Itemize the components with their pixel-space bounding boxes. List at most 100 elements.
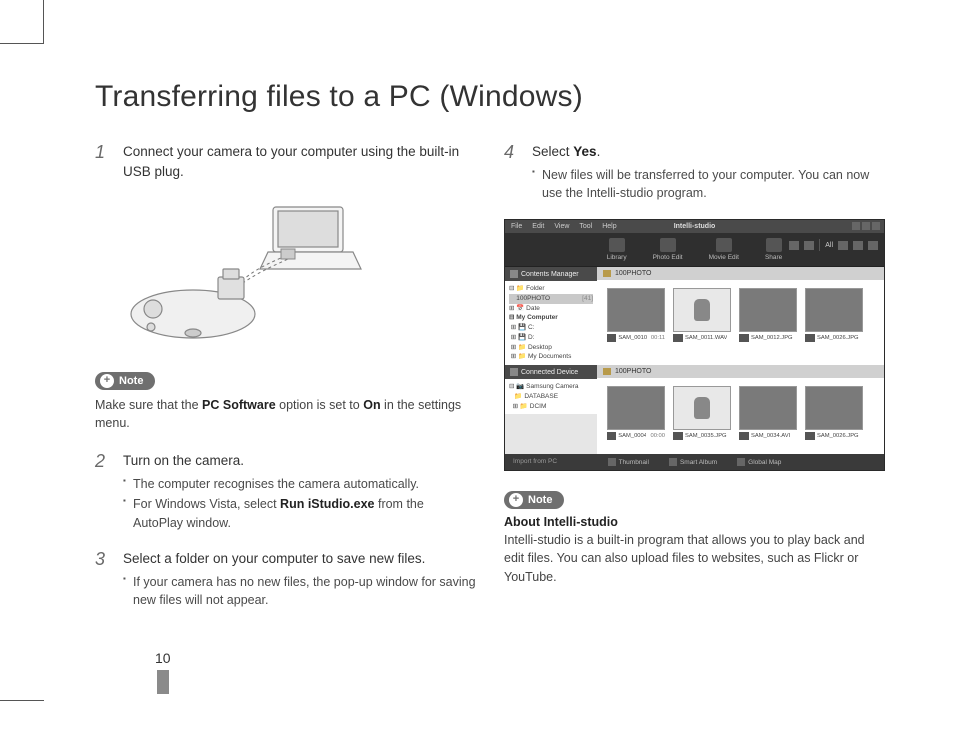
tree-date[interactable]: ⊞ 📅 Date <box>509 304 593 314</box>
tree-desktop[interactable]: ⊞ 📁 Desktop <box>509 343 593 353</box>
section-icon <box>510 270 518 278</box>
app-menubar: File Edit View Tool Help Intelli-studio <box>505 220 884 233</box>
t: Select <box>532 144 573 159</box>
app-body-bottom: Connected Device ⊟ 📷 Samsung Camera 📁 DA… <box>505 365 884 454</box>
photo-edit-icon <box>660 238 676 252</box>
step-main-text: Turn on the camera. <box>123 451 476 471</box>
t: Run iStudio.exe <box>280 497 374 511</box>
tree-database[interactable]: 📁 DATABASE <box>509 392 593 402</box>
step-1: 1 Connect your camera to your computer u… <box>95 142 476 185</box>
minimize-icon[interactable] <box>852 222 860 230</box>
mode-photo-edit[interactable]: Photo Edit <box>653 238 683 261</box>
thumb-image <box>607 386 665 430</box>
mode-share[interactable]: Share <box>765 238 782 261</box>
menu-file[interactable]: File <box>511 223 522 230</box>
sidebar-top: Contents Manager ⊟ 📁 Folder 100PHOTO [41]… <box>505 267 597 365</box>
duration: 00:11 <box>651 335 665 341</box>
contents-manager-header: Contents Manager <box>505 267 597 281</box>
footer-smart-album-button[interactable]: Smart Album <box>669 458 717 466</box>
separator <box>819 239 820 251</box>
mode-library[interactable]: Library <box>607 238 627 261</box>
crop-mark <box>43 0 44 44</box>
thumbnail[interactable]: SAM_0004.00:00 <box>607 386 665 446</box>
menu-tool[interactable]: Tool <box>579 223 592 230</box>
tool-icon[interactable] <box>789 241 799 250</box>
step-number: 3 <box>95 549 111 612</box>
type-tag-icon <box>739 334 749 342</box>
tree-device: ⊟ 📷 Samsung Camera 📁 DATABASE ⊞ 📁 DCIM <box>505 379 597 414</box>
thumb-image <box>805 386 863 430</box>
thumbnail[interactable]: SAM_0011.WAV <box>673 288 731 348</box>
thumbnail[interactable]: SAM_0034.AVI <box>739 386 797 446</box>
tree-100photo[interactable]: 100PHOTO [41] <box>509 294 593 304</box>
t: Folder <box>526 285 544 292</box>
filter-audio-icon[interactable] <box>868 241 878 250</box>
maximize-icon[interactable] <box>862 222 870 230</box>
thumb-image <box>607 288 665 332</box>
step-number: 1 <box>95 142 111 185</box>
tool-icon[interactable] <box>804 241 814 250</box>
type-tag-icon <box>607 432 616 440</box>
bullet: New files will be transferred to your co… <box>532 166 885 204</box>
tree-camera[interactable]: ⊟ 📷 Samsung Camera <box>509 382 593 392</box>
label: Photo Edit <box>653 254 683 261</box>
tree-folder[interactable]: ⊟ 📁 Folder <box>509 284 593 294</box>
app-modebar: Library Photo Edit Movie Edit Share All <box>505 233 884 267</box>
camera-usb-diagram <box>123 199 476 354</box>
menu-help[interactable]: Help <box>602 223 616 230</box>
footer-global-map-button[interactable]: Global Map <box>737 458 781 466</box>
close-icon[interactable] <box>872 222 880 230</box>
t: D: <box>528 334 535 341</box>
import-from-pc[interactable]: Import from PC <box>513 458 557 465</box>
menu-view[interactable]: View <box>554 223 569 230</box>
step-4: 4 Select Yes. New files will be transfer… <box>504 142 885 205</box>
filter-photo-icon[interactable] <box>838 241 848 250</box>
thumbnail[interactable]: SAM_0026.JPG <box>805 288 863 348</box>
type-tag-icon <box>805 432 815 440</box>
library-icon <box>609 238 625 252</box>
toolbar-right: All <box>789 239 878 251</box>
count: [41] <box>582 294 593 304</box>
t: Desktop <box>528 344 552 351</box>
filename: SAM_0034.AVI <box>751 433 790 439</box>
footer-thumbnail-button[interactable]: Thumbnail <box>608 458 649 466</box>
t: 100PHOTO <box>516 295 550 302</box>
tree-drive-d[interactable]: ⊞ 💾 D: <box>509 333 593 343</box>
t: Yes <box>573 144 596 159</box>
filter-all[interactable]: All <box>825 242 833 249</box>
menu-edit[interactable]: Edit <box>532 223 544 230</box>
mode-movie-edit[interactable]: Movie Edit <box>709 238 739 261</box>
tree-my-computer[interactable]: ⊟ My Computer <box>509 313 593 323</box>
thumbnail[interactable]: SAM_0035.JPG <box>673 386 731 446</box>
plus-icon: + <box>100 374 114 388</box>
filename: SAM_0035.JPG <box>685 433 727 439</box>
t: DATABASE <box>524 393 558 400</box>
step-main-text: Connect your camera to your computer usi… <box>123 142 476 181</box>
thumb-audio-icon <box>673 386 731 430</box>
thumbnail[interactable]: SAM_0010.00:11 <box>607 288 665 348</box>
t: Date <box>526 305 540 312</box>
t: PC Software <box>202 398 276 412</box>
note-label: Note <box>528 494 552 506</box>
tree-contents: ⊟ 📁 Folder 100PHOTO [41] ⊞ 📅 Date ⊟ My Co… <box>505 281 597 365</box>
thumbnail[interactable]: SAM_0026.JPG <box>805 386 863 446</box>
content-bottom: 100PHOTO SAM_0004.00:00 SAM_0035.JPG SAM… <box>597 365 884 454</box>
label: 100PHOTO <box>615 270 651 277</box>
note-text: Make sure that the PC Software option is… <box>95 396 476 434</box>
bullet: For Windows Vista, select Run iStudio.ex… <box>123 495 476 533</box>
duration: 00:00 <box>650 433 665 439</box>
tree-drive-c[interactable]: ⊞ 💾 C: <box>509 323 593 333</box>
step-2: 2 Turn on the camera. The computer recog… <box>95 451 476 535</box>
tree-dcim[interactable]: ⊞ 📁 DCIM <box>509 402 593 412</box>
folder-icon <box>603 368 611 375</box>
bullet: If your camera has no new files, the pop… <box>123 573 476 611</box>
thumbnail[interactable]: SAM_0012.JPG <box>739 288 797 348</box>
filter-video-icon[interactable] <box>853 241 863 250</box>
grid-icon <box>608 458 616 466</box>
t: For Windows Vista, select <box>133 497 280 511</box>
note-subtitle: About Intelli-studio <box>504 515 885 529</box>
type-tag-icon <box>739 432 749 440</box>
label: Global Map <box>748 459 781 466</box>
breadcrumb-bottom: 100PHOTO <box>597 365 884 378</box>
tree-documents[interactable]: ⊞ 📁 My Documents <box>509 352 593 362</box>
